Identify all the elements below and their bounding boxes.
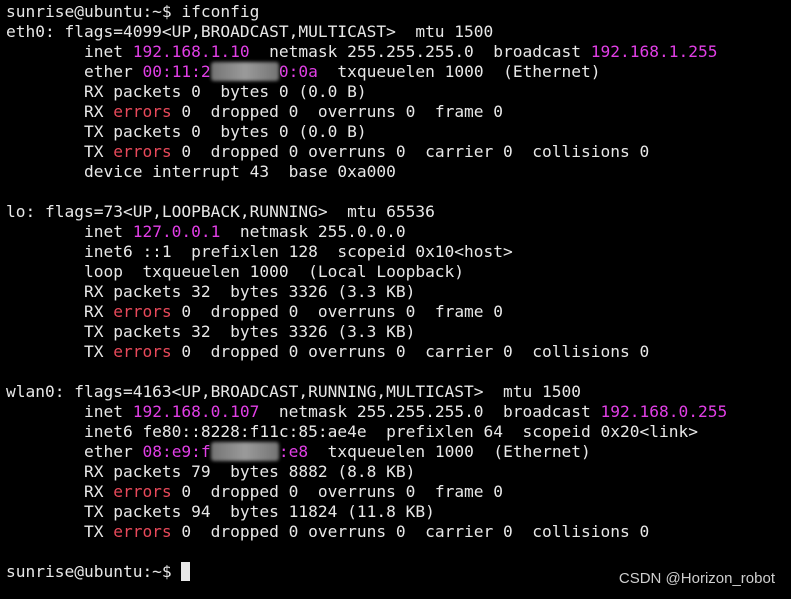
output-line: inet 192.168.1.10 netmask 255.255.255.0 … [6, 42, 791, 62]
output-line: RX packets 0 bytes 0 (0.0 B) [6, 82, 791, 102]
output-line: TX errors 0 dropped 0 overruns 0 carrier… [6, 142, 791, 162]
text-segment: txqueuelen 1000 (Ethernet) [308, 442, 591, 461]
text-segment: netmask 255.0.0.0 [220, 222, 406, 241]
text-segment: TX [6, 522, 114, 541]
csdn-watermark: CSDN @Horizon_robot [618, 570, 775, 587]
text-segment: netmask 255.255.255.0 broadcast [259, 402, 601, 421]
address-value: 192.168.1.255 [590, 42, 718, 61]
errors-label: errors [113, 302, 172, 321]
text-segment: RX [6, 302, 114, 321]
text-segment: ether [6, 62, 143, 81]
output-line: eth0: flags=4099<UP,BROADCAST,MULTICAST>… [6, 22, 791, 42]
text-segment: 0 dropped 0 overruns 0 frame 0 [171, 302, 504, 321]
text-segment: wlan0: flags=4163<UP,BROADCAST,RUNNING,M… [6, 382, 581, 401]
address-value: 08:e9:f [142, 442, 211, 461]
output-line: RX packets 79 bytes 8882 (8.8 KB) [6, 462, 791, 482]
terminal-output: sunrise@ubuntu:~$ ifconfig eth0: flags=40… [6, 2, 791, 582]
output-line: inet6 ::1 prefixlen 128 scopeid 0x10<hos… [6, 242, 791, 262]
text-segment: sunrise@ubuntu:~$ ifconfig [6, 2, 260, 21]
output-line: TX packets 94 bytes 11824 (11.8 KB) [6, 502, 791, 522]
terminal-window[interactable]: sunrise@ubuntu:~$ ifconfig eth0: flags=40… [0, 0, 791, 599]
text-segment: loop txqueuelen 1000 (Local Loopback) [6, 262, 465, 281]
text-segment: 0 dropped 0 overruns 0 frame 0 [171, 482, 504, 501]
address-value: 0:0a [278, 62, 318, 81]
output-line: TX errors 0 dropped 0 overruns 0 carrier… [6, 522, 791, 542]
text-segment: TX packets 0 bytes 0 (0.0 B) [6, 122, 367, 141]
block-cursor-icon [181, 562, 191, 581]
text-segment: TX packets 94 bytes 11824 (11.8 KB) [6, 502, 435, 521]
text-segment: inet [6, 222, 133, 241]
text-segment: sunrise@ubuntu:~$ [6, 562, 182, 581]
address-value: 00:11:2 [142, 62, 211, 81]
output-line: TX packets 32 bytes 3326 (3.3 KB) [6, 322, 791, 342]
address-value: 192.168.0.107 [132, 402, 260, 421]
output-line: TX errors 0 dropped 0 overruns 0 carrier… [6, 342, 791, 362]
output-line: wlan0: flags=4163<UP,BROADCAST,RUNNING,M… [6, 382, 791, 402]
address-value: 192.168.1.10 [132, 42, 250, 61]
text-segment: RX [6, 482, 114, 501]
text-segment: lo: flags=73<UP,LOOPBACK,RUNNING> mtu 65… [6, 202, 435, 221]
errors-label: errors [113, 342, 172, 361]
redacted-mac-segment: ####### [210, 62, 279, 81]
text-segment: inet [6, 402, 133, 421]
text-segment: RX [6, 102, 114, 121]
text-segment: inet6 ::1 prefixlen 128 scopeid 0x10<hos… [6, 242, 513, 261]
text-segment: txqueuelen 1000 (Ethernet) [317, 62, 601, 81]
errors-label: errors [113, 142, 172, 161]
output-line: device interrupt 43 base 0xa000 [6, 162, 791, 182]
address-value: 192.168.0.255 [600, 402, 728, 421]
output-line: lo: flags=73<UP,LOOPBACK,RUNNING> mtu 65… [6, 202, 791, 222]
errors-label: errors [113, 482, 172, 501]
output-line: RX errors 0 dropped 0 overruns 0 frame 0 [6, 302, 791, 322]
text-segment: 0 dropped 0 overruns 0 carrier 0 collisi… [171, 142, 650, 161]
output-line: RX packets 32 bytes 3326 (3.3 KB) [6, 282, 791, 302]
command-line: sunrise@ubuntu:~$ ifconfig [6, 2, 791, 22]
text-segment: 0 dropped 0 overruns 0 carrier 0 collisi… [171, 522, 650, 541]
text-segment: inet [6, 42, 133, 61]
output-line: inet 127.0.0.1 netmask 255.0.0.0 [6, 222, 791, 242]
errors-label: errors [113, 102, 172, 121]
output-line: RX errors 0 dropped 0 overruns 0 frame 0 [6, 482, 791, 502]
text-segment: eth0: flags=4099<UP,BROADCAST,MULTICAST>… [6, 22, 494, 41]
text-segment: RX packets 79 bytes 8882 (8.8 KB) [6, 462, 416, 481]
output-line: ether 08:e9:f#######:e8 txqueuelen 1000 … [6, 442, 791, 462]
output-line: loop txqueuelen 1000 (Local Loopback) [6, 262, 791, 282]
text-segment: TX [6, 342, 114, 361]
text-segment: RX packets 0 bytes 0 (0.0 B) [6, 82, 367, 101]
output-line: TX packets 0 bytes 0 (0.0 B) [6, 122, 791, 142]
address-value: :e8 [278, 442, 309, 461]
text-segment: ether [6, 442, 143, 461]
text-segment: device interrupt 43 base 0xa000 [6, 162, 396, 181]
text-segment: 0 dropped 0 overruns 0 carrier 0 collisi… [171, 342, 650, 361]
output-line: ether 00:11:2#######0:0a txqueuelen 1000… [6, 62, 791, 82]
address-value: 127.0.0.1 [132, 222, 221, 241]
text-segment: inet6 fe80::8228:f11c:85:ae4e prefixlen … [6, 422, 698, 441]
errors-label: errors [113, 522, 172, 541]
text-segment: TX packets 32 bytes 3326 (3.3 KB) [6, 322, 416, 341]
text-segment: 0 dropped 0 overruns 0 frame 0 [171, 102, 504, 121]
output-line: RX errors 0 dropped 0 overruns 0 frame 0 [6, 102, 791, 122]
redacted-mac-segment: ####### [210, 442, 279, 461]
text-segment: TX [6, 142, 114, 161]
text-segment: netmask 255.255.255.0 broadcast [249, 42, 591, 61]
text-segment: RX packets 32 bytes 3326 (3.3 KB) [6, 282, 416, 301]
output-line: inet 192.168.0.107 netmask 255.255.255.0… [6, 402, 791, 422]
output-line: inet6 fe80::8228:f11c:85:ae4e prefixlen … [6, 422, 791, 442]
